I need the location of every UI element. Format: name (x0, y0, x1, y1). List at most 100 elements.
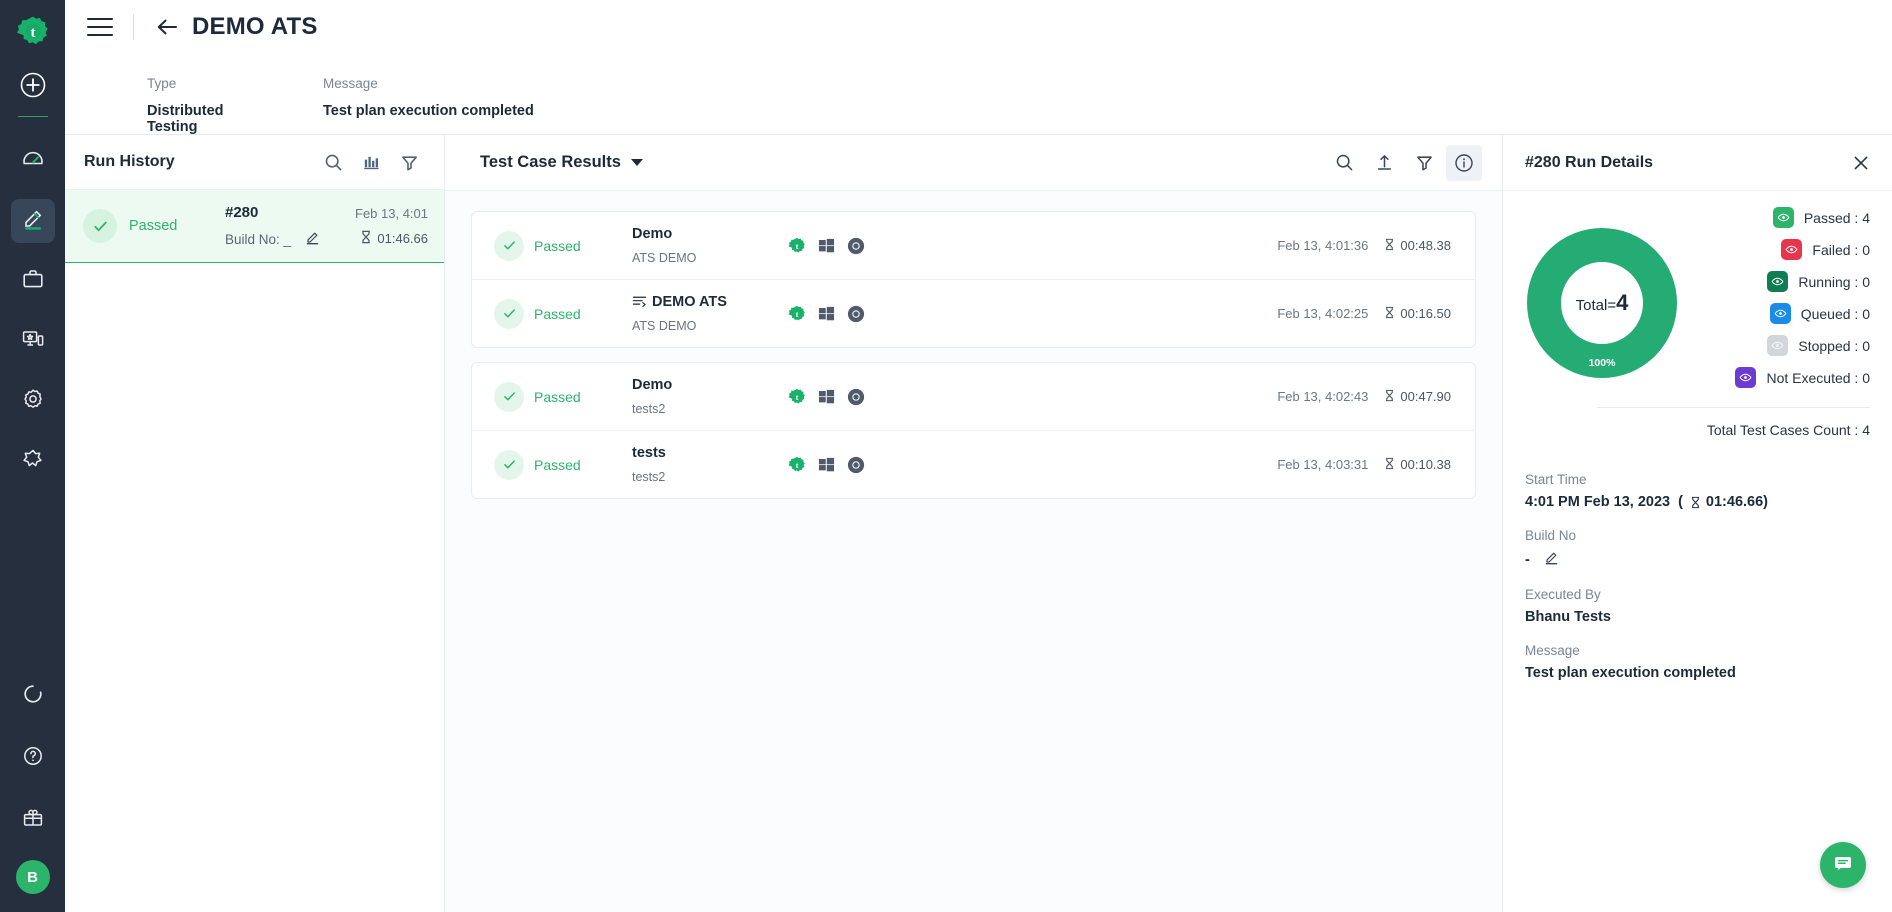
sidebar-item-progress[interactable] (11, 674, 55, 718)
test-case-status: Passed (494, 449, 632, 480)
table-row[interactable]: Passed tests tests2 t Feb 13, 4:03:31 00… (472, 430, 1475, 498)
add-new-button[interactable] (18, 70, 48, 100)
sidebar-item-settings[interactable] (11, 379, 55, 423)
test-case-suite: tests2 (632, 470, 666, 484)
chevron-down-icon (630, 159, 643, 166)
test-case-duration: 00:48.38 (1384, 238, 1451, 254)
test-case-date: Feb 13, 4:01:36 (1277, 238, 1369, 253)
test-case-duration-text: 00:47.90 (1400, 389, 1451, 404)
check-icon (83, 209, 117, 243)
devices-lab-icon (21, 327, 45, 356)
legend-item-failed: Failed : 0 (1735, 239, 1870, 260)
testsigma-icon: t (788, 305, 806, 323)
eye-icon[interactable] (1769, 303, 1791, 324)
sidebar-item-test-lab[interactable] (11, 319, 55, 363)
test-case-name-col: tests tests2 (632, 445, 784, 484)
svg-text:t: t (796, 392, 799, 402)
windows-icon (818, 388, 835, 405)
test-case-results-panel: Test Case Results Passed Demo ATS DEMO t… (445, 135, 1502, 912)
test-case-suite: ATS DEMO (632, 319, 697, 333)
test-case-name-col: Demo ATS DEMO (632, 226, 784, 265)
sidebar-item-dashboard[interactable] (11, 139, 55, 183)
eye-icon[interactable] (1781, 239, 1803, 260)
edit-pencil-icon[interactable] (1544, 550, 1559, 569)
test-case-duration-text: 00:10.38 (1400, 457, 1451, 472)
svg-text:t: t (796, 460, 799, 470)
field-label: Executed By (1525, 587, 1601, 602)
table-row[interactable]: Passed Demo tests2 t Feb 13, 4:02:43 00:… (472, 363, 1475, 430)
field-label: Start Time (1525, 472, 1587, 487)
run-history-row[interactable]: Passed #280 Build No: _ Feb 13, 4:01 01:… (65, 190, 444, 263)
sidebar-item-help[interactable] (11, 736, 55, 780)
hamburger-menu-icon[interactable] (87, 18, 113, 36)
status-legend: Passed : 4 Failed : 0 Running: 0 Queued… (1735, 207, 1870, 399)
bar-chart-icon[interactable] (354, 145, 388, 179)
info-icon[interactable] (1446, 144, 1482, 181)
run-build-no: Build No: _ (225, 230, 355, 248)
hourglass-icon (360, 230, 377, 247)
results-header: Test Case Results (445, 135, 1502, 191)
results-title-label: Test Case Results (480, 153, 621, 171)
run-summary: Total=4 100% Passed : 4 Failed: 0 Runni… (1525, 207, 1870, 399)
meta-type: Type Distributed Testing (147, 76, 277, 135)
test-case-date: Feb 13, 4:02:43 (1277, 389, 1369, 404)
field-build-no: Build No - (1525, 528, 1870, 569)
chat-bubble-icon (1831, 851, 1855, 880)
search-icon[interactable] (1326, 145, 1362, 181)
test-case-date: Feb 13, 4:03:31 (1277, 457, 1369, 472)
testsigma-logo-icon[interactable]: t (11, 10, 55, 54)
run-detail-fields: Start Time 4:01 PM Feb 13, 2023 ( 01:46.… (1525, 472, 1870, 681)
test-case-date: Feb 13, 4:02:25 (1277, 306, 1369, 321)
sidebar-item-create-tests[interactable] (10, 199, 55, 243)
test-case-name-label: DEMO ATS (652, 294, 727, 310)
test-case-duration: 00:47.90 (1384, 389, 1451, 405)
test-case-name-col: Demo tests2 (632, 377, 784, 416)
filter-icon[interactable] (392, 145, 426, 179)
eye-icon[interactable] (1772, 207, 1794, 228)
gift-icon (21, 806, 45, 835)
status-donut-chart: Total=4 100% (1527, 228, 1677, 378)
sidebar-item-addons[interactable] (11, 439, 55, 483)
meta-label: Type (147, 76, 177, 91)
field-executed-by: Executed By Bhanu Tests (1525, 587, 1870, 625)
chat-support-button[interactable] (1820, 842, 1866, 888)
edit-pencil-icon[interactable] (305, 230, 320, 248)
test-case-duration: 00:10.38 (1384, 457, 1451, 473)
test-case-name-col: DEMO ATS ATS DEMO (632, 294, 784, 333)
test-case-time: Feb 13, 4:02:43 00:47.90 (1277, 389, 1451, 405)
field-value: 4:01 PM Feb 13, 2023 ( 01:46.66) (1525, 494, 1870, 510)
eye-icon[interactable] (1767, 271, 1789, 292)
status-badge: Passed (534, 305, 581, 322)
test-case-status: Passed (494, 298, 632, 329)
test-case-status: Passed (494, 230, 632, 261)
table-row[interactable]: Passed DEMO ATS ATS DEMO t Feb 13, 4:02:… (472, 279, 1475, 347)
avatar[interactable]: B (15, 860, 50, 894)
field-label: Message (1525, 643, 1580, 658)
search-icon[interactable] (316, 145, 350, 179)
test-case-duration: 00:16.50 (1384, 306, 1451, 322)
close-icon[interactable] (1848, 150, 1874, 176)
status-badge: Passed (534, 388, 581, 405)
run-history-header: Run History (65, 135, 444, 190)
test-case-suite: ATS DEMO (632, 251, 697, 265)
table-row[interactable]: Passed Demo ATS DEMO t Feb 13, 4:01:36 0… (472, 212, 1475, 279)
results-title-dropdown[interactable]: Test Case Results (480, 153, 643, 172)
test-case-name-label: Demo (632, 377, 673, 393)
run-history-panel: Run History Passed #280 Build No: _ Feb … (65, 135, 445, 912)
rail-item-list (0, 139, 65, 499)
toolbar-divider (133, 14, 134, 40)
filter-icon[interactable] (1406, 145, 1442, 181)
run-status: Passed (83, 209, 225, 243)
eye-icon[interactable] (1767, 335, 1789, 356)
export-upload-icon[interactable] (1366, 145, 1402, 181)
status-badge: Passed (534, 237, 581, 254)
sidebar-item-whats-new[interactable] (11, 798, 55, 842)
sidebar-item-test-plans[interactable] (11, 259, 55, 303)
eye-icon[interactable] (1735, 367, 1757, 388)
run-details-panel: #280 Run Details Total=4 100% Passed: 4… (1502, 135, 1892, 912)
back-arrow-icon[interactable] (154, 14, 180, 40)
test-case-name: Demo (632, 377, 784, 393)
chrome-icon (847, 456, 865, 474)
testsigma-icon: t (788, 388, 806, 406)
run-duration: 01:46.66 (355, 230, 428, 247)
